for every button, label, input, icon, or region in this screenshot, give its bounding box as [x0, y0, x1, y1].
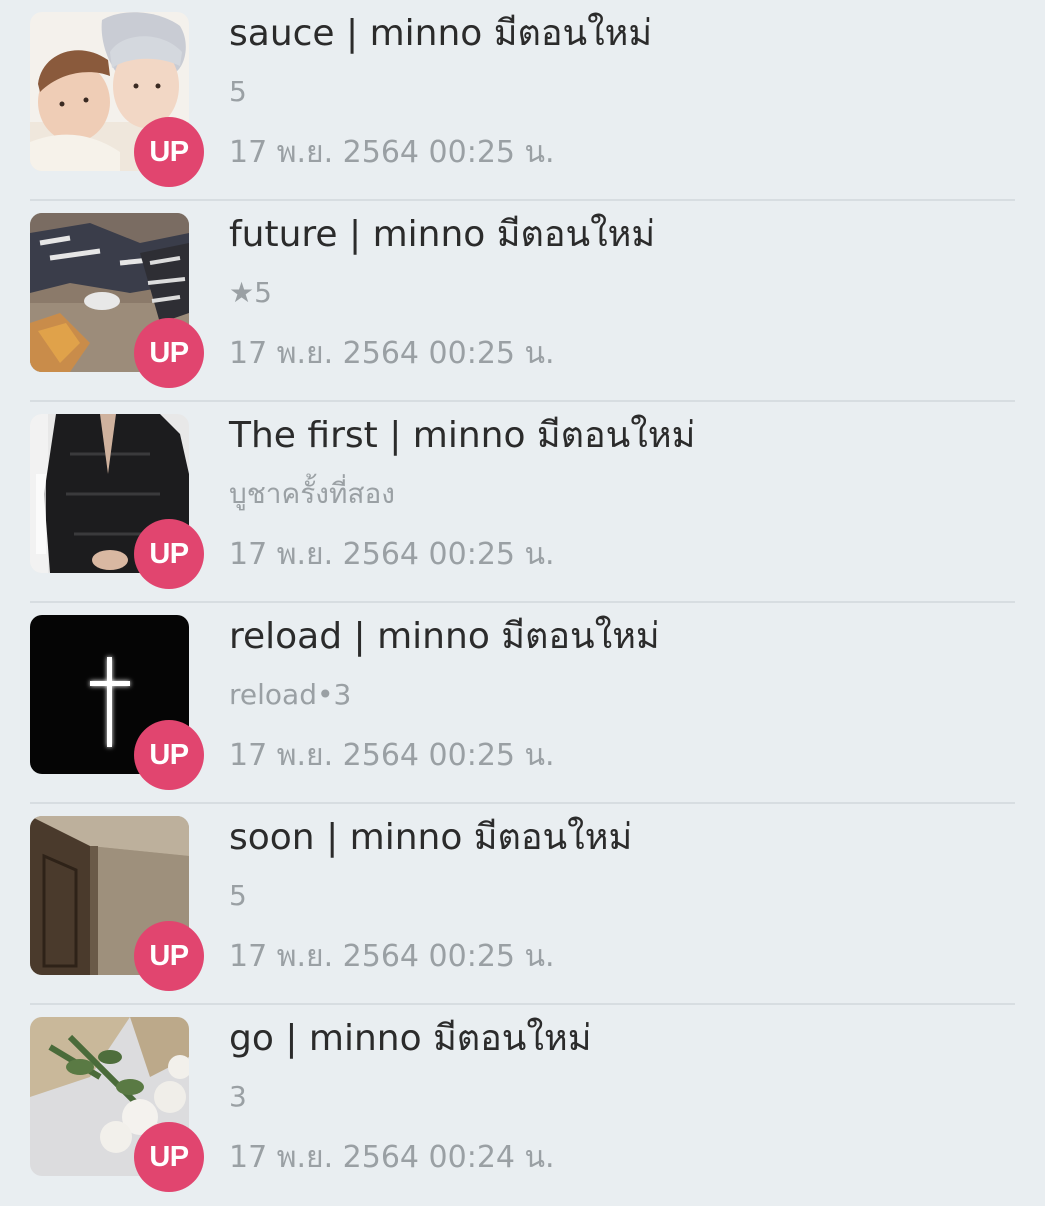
notification-subtitle: บูชาครั้งที่สอง [229, 477, 395, 510]
notification-timestamp: 17 พ.ย. 2564 00:25 น. [229, 336, 555, 371]
notification-timestamp: 17 พ.ย. 2564 00:25 น. [229, 939, 555, 974]
notification-subtitle: ★5 [229, 276, 272, 309]
update-badge: UP [134, 117, 204, 187]
update-badge: UP [134, 519, 204, 589]
update-badge: UP [134, 921, 204, 991]
notification-title: soon | minno มีตอนใหม่ [229, 817, 633, 858]
notification-item[interactable]: UP go | minno มีตอนใหม่ 3 17 พ.ย. 2564 0… [0, 1005, 1045, 1206]
notification-item[interactable]: UP reload | minno มีตอนใหม่ reload•3 17 … [0, 603, 1045, 804]
notification-list: UP sauce | minno มีตอนใหม่ 5 17 พ.ย. 256… [0, 0, 1045, 1200]
notification-item[interactable]: UP soon | minno มีตอนใหม่ 5 17 พ.ย. 2564… [0, 804, 1045, 1005]
update-badge: UP [134, 720, 204, 790]
notification-timestamp: 17 พ.ย. 2564 00:25 น. [229, 135, 555, 170]
notification-timestamp: 17 พ.ย. 2564 00:25 น. [229, 537, 555, 572]
notification-item[interactable]: UP future | minno มีตอนใหม่ ★5 17 พ.ย. 2… [0, 201, 1045, 402]
notification-subtitle: 3 [229, 1080, 247, 1113]
notification-title: reload | minno มีตอนใหม่ [229, 616, 660, 657]
notification-subtitle: 5 [229, 879, 247, 912]
notification-subtitle: reload•3 [229, 678, 352, 711]
notification-timestamp: 17 พ.ย. 2564 00:25 น. [229, 738, 555, 773]
notification-title: sauce | minno มีตอนใหม่ [229, 13, 653, 54]
notification-title: go | minno มีตอนใหม่ [229, 1018, 592, 1059]
notification-title: The first | minno มีตอนใหม่ [229, 415, 696, 456]
notification-title: future | minno มีตอนใหม่ [229, 214, 656, 255]
update-badge: UP [134, 1122, 204, 1192]
notification-item[interactable]: UP The first | minno มีตอนใหม่ บูชาครั้ง… [0, 402, 1045, 603]
notification-timestamp: 17 พ.ย. 2564 00:24 น. [229, 1140, 555, 1175]
notification-subtitle: 5 [229, 75, 247, 108]
update-badge: UP [134, 318, 204, 388]
notification-item[interactable]: UP sauce | minno มีตอนใหม่ 5 17 พ.ย. 256… [0, 0, 1045, 201]
